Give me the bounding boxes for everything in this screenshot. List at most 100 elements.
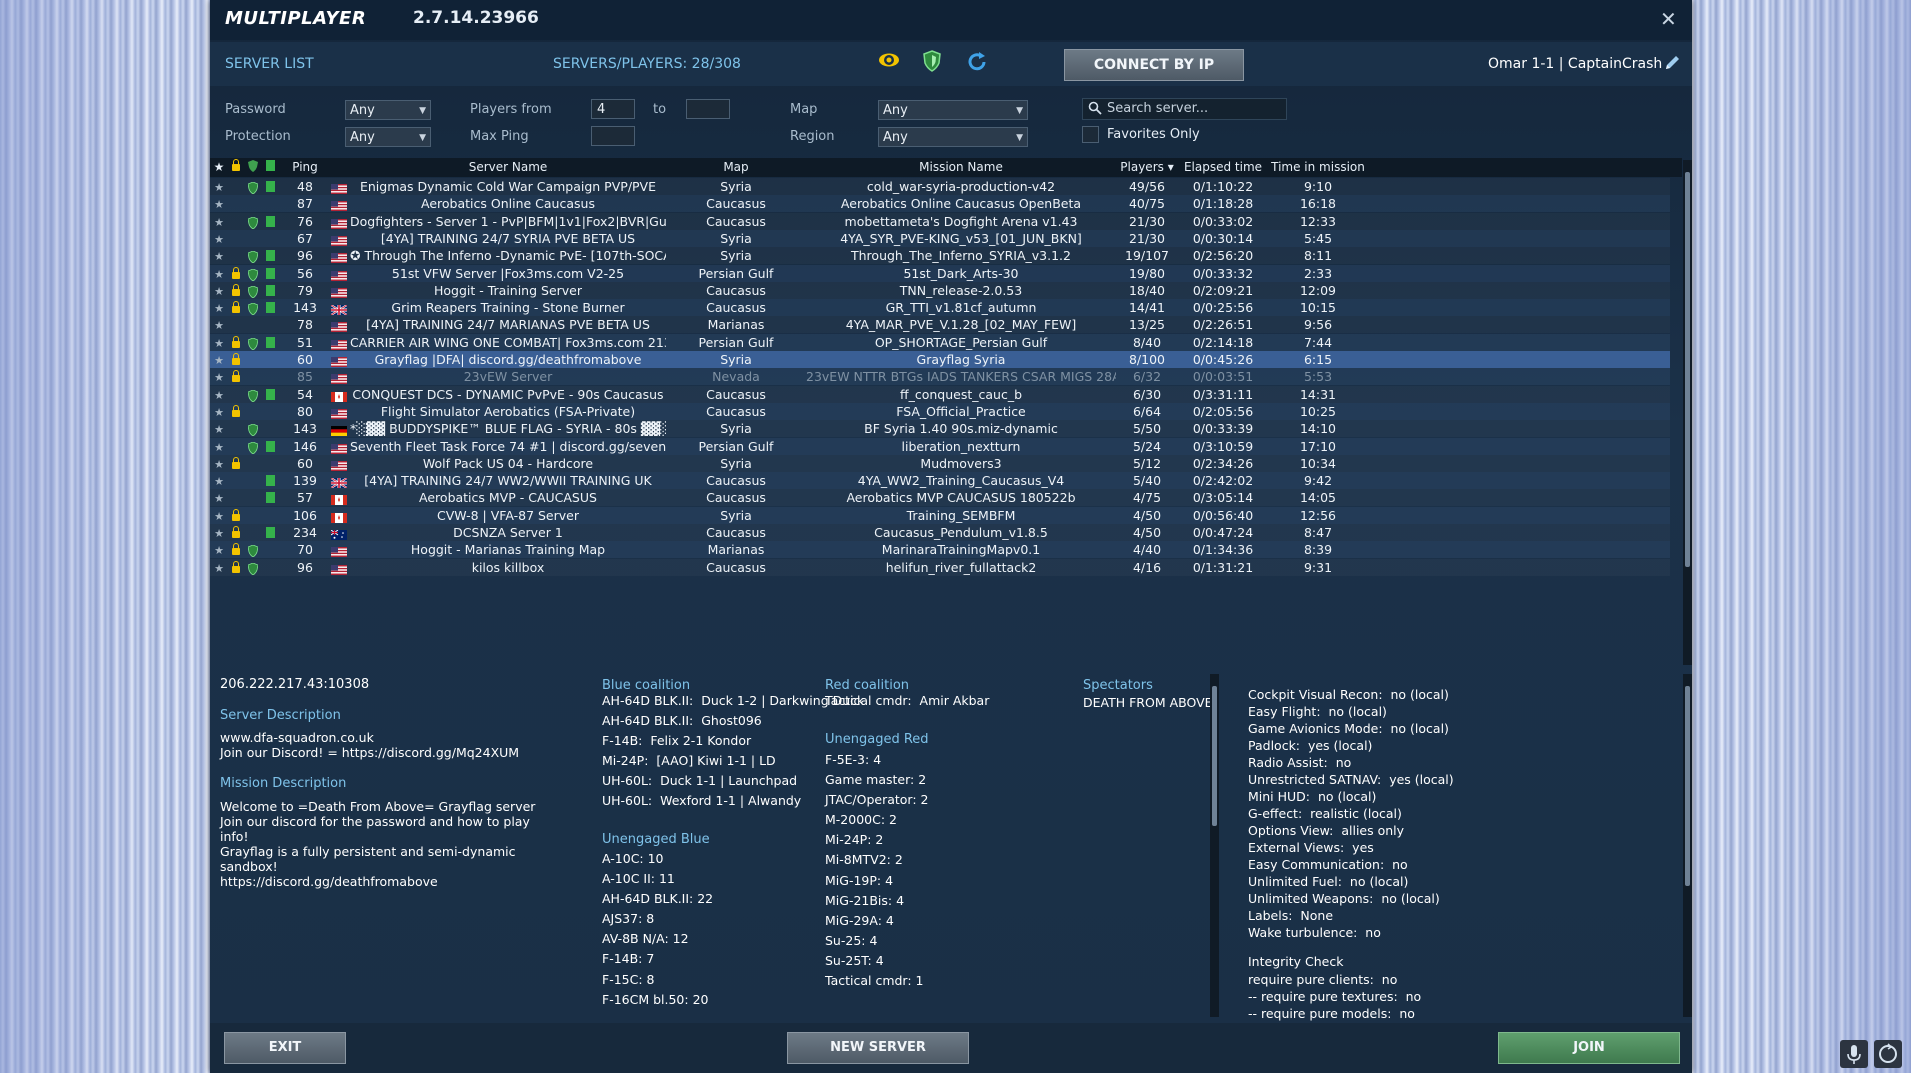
table-row[interactable]: ★ 48 Enigmas Dynamic Cold War Campaign PVP… xyxy=(210,178,1670,195)
table-row[interactable]: ★ 79 Hoggit - Training Server Caucasus TNN_r… xyxy=(210,282,1670,299)
favorite-star-icon[interactable]: ★ xyxy=(212,299,226,317)
table-scrollbar[interactable] xyxy=(1683,160,1692,665)
edit-pencil-icon[interactable] xyxy=(1663,54,1681,76)
ping-column-header[interactable]: Ping xyxy=(282,160,328,174)
table-row[interactable]: ★ 51 CARRIER AIR WING ONE COMBAT| Fox3ms.c… xyxy=(210,333,1670,352)
server-name-column-header[interactable]: Server Name xyxy=(350,160,666,174)
refresh-icon[interactable] xyxy=(966,51,988,77)
join-button[interactable]: JOIN xyxy=(1498,1032,1680,1064)
green-flag-column-icon[interactable] xyxy=(262,160,278,174)
favorite-star-icon[interactable]: ★ xyxy=(212,195,226,213)
exit-button[interactable]: EXIT xyxy=(224,1032,346,1064)
table-row[interactable]: ★ 146 Seventh Fleet Task Force 74 #1 | dis… xyxy=(210,437,1670,456)
players-column-header[interactable]: Players ▾ xyxy=(1116,160,1178,174)
search-icon xyxy=(1088,101,1102,122)
eye-icon[interactable] xyxy=(878,52,900,72)
favorite-star-icon[interactable]: ★ xyxy=(212,438,226,456)
favorite-column-star-icon[interactable]: ★ xyxy=(212,160,226,174)
table-row[interactable]: ★ 143 Grim Reapers Training - Stone Burner… xyxy=(210,299,1670,317)
password-dropdown[interactable]: Any ▼ xyxy=(345,100,431,120)
connect-by-ip-button[interactable]: CONNECT BY IP xyxy=(1064,49,1244,81)
table-row[interactable]: ★ 57 Aerobatics MVP - CAUCASUS Caucasus Aero… xyxy=(210,489,1670,506)
table-row[interactable]: ★ 96 ✪ Through The Inferno -Dynamic PvE- [… xyxy=(210,247,1670,264)
max-ping-input[interactable] xyxy=(591,126,635,146)
table-row[interactable]: ★ 60 Wolf Pack US 04 - Hardcore Syria Mudmov… xyxy=(210,455,1670,472)
table-row[interactable]: ★ 60 Grayflag |DFA| discord.gg/deathfromab… xyxy=(210,351,1670,368)
protection-column-shield-icon[interactable] xyxy=(245,160,261,175)
window-title: MULTIPLAYER xyxy=(225,8,367,29)
favorite-star-icon[interactable]: ★ xyxy=(212,420,226,438)
time-in-mission-column-header[interactable]: Time in mission xyxy=(1268,160,1368,174)
table-row[interactable]: ★ 80 Flight Simulator Aerobatics (FSA-Priv… xyxy=(210,402,1670,421)
server-name-cell: Dogfighters - Server 1 - PvP|BFM|1v1|Fox… xyxy=(350,213,666,229)
shield-icon[interactable] xyxy=(922,50,942,76)
favorite-star-icon[interactable]: ★ xyxy=(212,282,226,300)
favorite-star-icon[interactable]: ★ xyxy=(212,265,226,283)
favorite-star-icon[interactable]: ★ xyxy=(212,541,226,559)
table-scrollbar-thumb[interactable] xyxy=(1685,172,1690,567)
players-scrollbar[interactable] xyxy=(1210,674,1219,1017)
favorite-star-icon[interactable]: ★ xyxy=(212,403,226,421)
favorite-star-icon[interactable]: ★ xyxy=(212,247,226,265)
favorite-star-icon[interactable]: ★ xyxy=(212,455,226,473)
favorite-star-icon[interactable]: ★ xyxy=(212,316,226,334)
favorite-star-icon[interactable]: ★ xyxy=(212,507,226,525)
favorite-star-icon[interactable]: ★ xyxy=(212,178,226,196)
players-from-input[interactable]: 4 xyxy=(591,99,635,119)
region-dropdown[interactable]: Any ▼ xyxy=(878,127,1028,147)
elapsed-time-cell: 0/0:45:26 xyxy=(1192,352,1254,367)
elapsed-column-header[interactable]: Elapsed time xyxy=(1178,160,1268,174)
options-scrollbar[interactable] xyxy=(1683,674,1692,1017)
favorite-star-icon[interactable]: ★ xyxy=(212,368,226,386)
table-row[interactable]: ★ 85 23vEW Server Nevada 23vEW NTTR BTGs IAD… xyxy=(210,368,1670,386)
ping-cell: 85 xyxy=(297,369,313,385)
favorite-star-icon[interactable]: ★ xyxy=(212,213,226,231)
map-column-header[interactable]: Map xyxy=(666,160,806,174)
favorite-star-icon[interactable]: ★ xyxy=(212,351,226,369)
favorite-star-icon[interactable]: ★ xyxy=(212,559,226,577)
mission-name-cell: cold_war-syria-production-v42 xyxy=(866,179,1056,194)
protection-dropdown[interactable]: Any ▼ xyxy=(345,127,431,147)
players-to-input[interactable] xyxy=(686,99,730,119)
map-cell: Syria xyxy=(720,455,752,471)
table-row[interactable]: ★ 139 [4YA] TRAINING 24/7 WW2/WWII TRAININ… xyxy=(210,472,1670,490)
table-row[interactable]: ★ 54 CONQUEST DCS - DYNAMIC PvPvE - 90s Ca… xyxy=(210,386,1670,403)
favorite-star-icon[interactable]: ★ xyxy=(212,230,226,248)
table-row[interactable]: ★ 143 *░▓▓ BUDDYSPIKE™ BLUE FLAG - SYRIA -… xyxy=(210,420,1670,437)
server-description-heading: Server Description xyxy=(220,708,341,723)
favorite-star-icon[interactable]: ★ xyxy=(212,472,226,490)
password-column-lock-icon[interactable] xyxy=(228,159,244,174)
favorite-star-icon[interactable]: ★ xyxy=(212,386,226,404)
table-row[interactable]: ★ 106 CVW-8 | VFA-87 Server Syria Training_S… xyxy=(210,506,1670,525)
table-row[interactable]: ★ 78 [4YA] TRAINING 24/7 MARIANAS PVE BETA… xyxy=(210,316,1670,333)
close-icon[interactable]: ✕ xyxy=(1660,7,1677,31)
elapsed-time-cell: 0/0:30:14 xyxy=(1192,230,1254,246)
map-cell: Caucasus xyxy=(706,403,766,419)
table-row[interactable]: ★ 76 Dogfighters - Server 1 - PvP|BFM|1v1|… xyxy=(210,213,1670,230)
table-row[interactable]: ★ 87 Aerobatics Online Caucasus Caucasus Aer… xyxy=(210,195,1670,213)
table-row[interactable]: ★ 96 kilos killbox Caucasus helifun_river_fu… xyxy=(210,559,1670,576)
favorite-star-icon[interactable]: ★ xyxy=(212,489,226,507)
options-scrollbar-thumb[interactable] xyxy=(1685,686,1690,886)
elapsed-time-cell: 0/2:05:56 xyxy=(1192,403,1254,419)
map-cell: Caucasus xyxy=(706,473,766,489)
players-scrollbar-thumb[interactable] xyxy=(1212,686,1217,826)
ping-cell: 96 xyxy=(297,248,313,264)
favorite-star-icon[interactable]: ★ xyxy=(212,334,226,352)
new-server-button[interactable]: NEW SERVER xyxy=(787,1032,969,1064)
time-in-mission-cell: 14:10 xyxy=(1299,421,1337,437)
overlay-circle-icon[interactable] xyxy=(1874,1040,1902,1068)
table-row[interactable]: ★ 67 [4YA] TRAINING 24/7 SYRIA PVE BETA US… xyxy=(210,229,1670,248)
favorites-only-checkbox[interactable] xyxy=(1082,126,1099,143)
map-dropdown[interactable]: Any ▼ xyxy=(878,100,1028,120)
table-row[interactable]: ★ 70 Hoggit - Marianas Training Map Mariana… xyxy=(210,541,1670,559)
favorite-star-icon[interactable]: ★ xyxy=(212,524,226,542)
search-input[interactable]: Search server... xyxy=(1082,98,1287,120)
table-row[interactable]: ★ 56 51st VFW Server |Fox3ms.com V2-25 Pers… xyxy=(210,264,1670,283)
mission-name-cell: Aerobatics Online Caucasus OpenBeta xyxy=(840,196,1082,212)
ping-cell: 79 xyxy=(297,282,313,298)
mission-column-header[interactable]: Mission Name xyxy=(806,160,1116,174)
table-row[interactable]: ★ 234 DCSNZA Server 1 Caucasus Caucasus_Pend… xyxy=(210,524,1670,541)
server-list-tab[interactable]: SERVER LIST xyxy=(225,56,314,72)
microphone-icon[interactable] xyxy=(1840,1040,1868,1068)
